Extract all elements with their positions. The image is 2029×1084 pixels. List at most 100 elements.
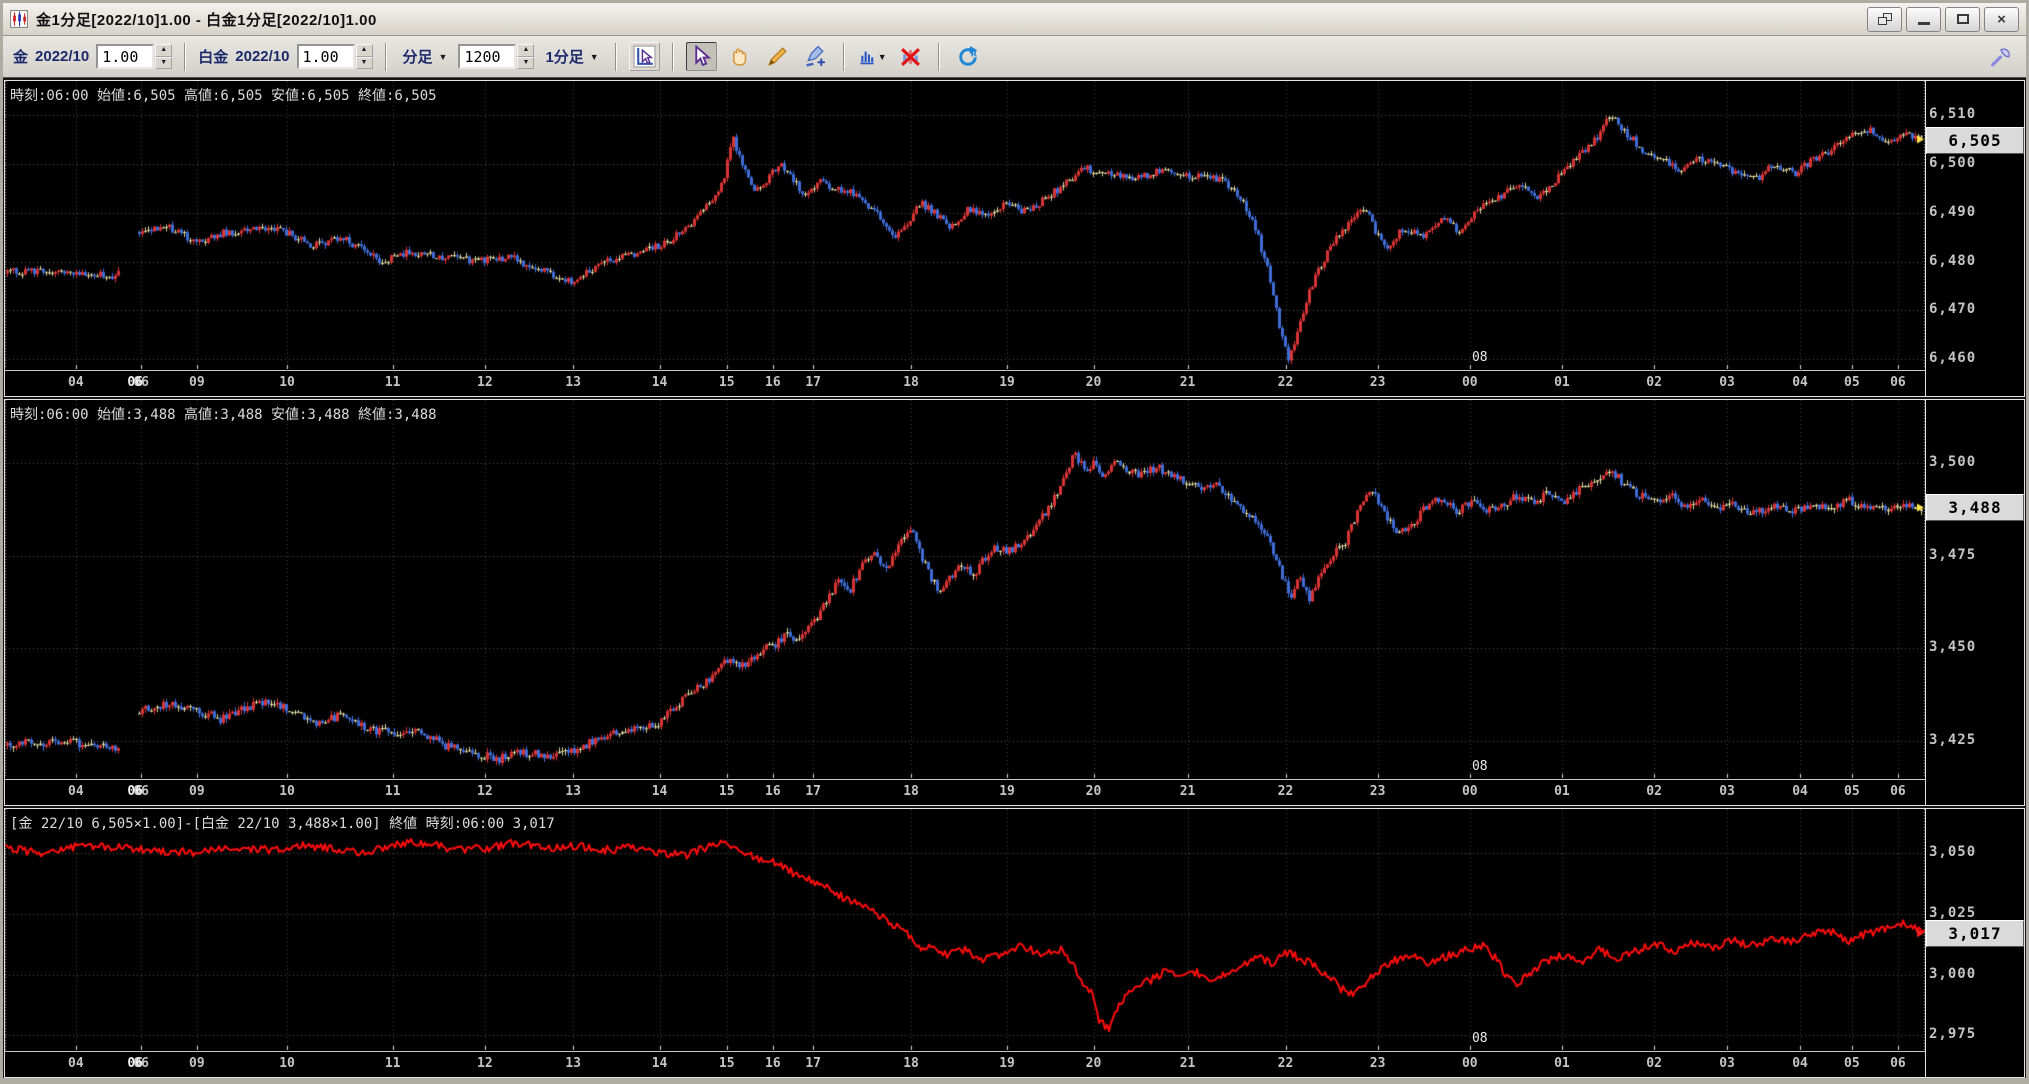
minimize-button[interactable] [1906,6,1941,32]
chart-pointer-tool-button[interactable] [628,42,660,71]
time-tick-label: 05 [1844,784,1860,799]
time-tick-label: 16 [765,375,781,390]
toolbar-separator [614,42,617,71]
bar-count-input[interactable] [458,44,517,69]
toolbar: 金 2022/10 ▲ ▼ 白金 2022/10 ▲ ▼ 分足 ▼ ▲ ▼ 1分… [3,36,2026,78]
spread-price-box: 3,017 [1926,920,2024,948]
bar-count-spinner: ▲ ▼ [458,44,535,69]
title-bar: 金1分足[2022/10]1.00 - 白金1分足[2022/10]1.00 × [3,3,2026,36]
toolbar-separator [384,42,387,71]
time-tick-label: 02 [1646,784,1662,799]
time-tick-label: 10 [279,784,295,799]
spread-time-axis: 04 06 06 09 10 11 12 13 14 15 16 17 18 19 20 21 22 23 00 01… [5,1051,1925,1077]
hand-icon [732,48,746,66]
chart-pointer-icon [633,45,656,68]
price-tick-label: 3,500 [1929,454,1977,470]
refresh-icon: R [958,46,977,66]
time-tick-label: 06 [1890,1056,1906,1071]
platinum-ratio-down-button[interactable]: ▼ [355,56,373,69]
platinum-ratio-spinner: ▲ ▼ [296,44,373,69]
platinum-price-box: 3,488 [1926,494,2024,522]
restore-window-button[interactable] [1867,6,1902,32]
gold-ratio-input[interactable] [96,44,155,69]
time-tick-label: 17 [805,1056,821,1071]
platinum-ratio-input[interactable] [296,44,355,69]
chart-delete-icon [900,48,920,67]
session-start-label: 06 [127,1056,143,1071]
time-tick-label: 19 [999,784,1015,799]
platinum-candle-chart[interactable] [5,400,1925,778]
time-tick-label: 14 [651,375,668,390]
time-tick-label: 21 [1179,1056,1196,1071]
time-tick-label: 06 [1890,784,1906,799]
time-tick-label: 10 [279,1056,295,1071]
time-tick-label: 04 [1792,1056,1808,1071]
reload-tool-button[interactable]: R [952,42,983,71]
gold-candle-chart[interactable] [5,81,1925,369]
bar-type-dropdown[interactable]: 分足 ▼ [399,43,452,70]
maximize-icon [1956,14,1969,24]
time-tick-label: 01 [1554,375,1570,390]
gold-ratio-spinner: ▲ ▼ [96,44,173,69]
time-tick-label: 09 [189,784,205,799]
chevron-down-icon: ▼ [589,51,599,62]
gold-ratio-down-button[interactable]: ▼ [155,56,173,69]
gold-price-axis: 6,505 6,510 6,500 6,490 6,480 6,470 6,460 [1925,81,2024,396]
time-tick-label: 05 [1844,375,1860,390]
price-tick-label: 2,975 [1929,1026,1977,1043]
bar-count-up-button[interactable]: ▲ [517,44,535,57]
app-candlestick-icon [10,10,28,28]
time-tick-label: 02 [1646,375,1662,390]
time-tick-label: 04 [1792,784,1808,799]
close-button[interactable]: × [1984,6,2019,32]
toolbar-separator [937,42,940,71]
platinum-ratio-up-button[interactable]: ▲ [355,44,373,57]
session-start-label: 06 [127,375,143,390]
price-tick-label: 3,450 [1929,639,1977,656]
time-tick-label: 12 [477,1056,493,1071]
chart-style-dropdown-button[interactable]: ▼ [857,42,888,71]
gold-ratio-up-button[interactable]: ▲ [155,44,173,57]
toolbar-separator [671,42,674,71]
settings-button[interactable] [1985,42,2016,71]
time-tick-label: 09 [189,375,205,390]
interval-dropdown[interactable]: 1分足 ▼ [541,43,602,70]
bar-count-down-button[interactable]: ▼ [517,56,535,69]
session-start-label: 06 [127,784,143,799]
time-tick-label: 22 [1277,375,1294,390]
select-tool-button[interactable] [685,42,717,71]
gold-info-line: 時刻:06:00 始値:6,505 高値:6,505 安値:6,505 終値:6… [10,88,437,104]
time-tick-label: 15 [718,1056,735,1071]
pan-tool-button[interactable] [724,42,755,71]
platinum-month-label: 2022/10 [235,48,290,65]
platinum-info-line: 時刻:06:00 始値:3,488 高値:3,488 安値:3,488 終値:3… [10,407,437,423]
price-tick-label: 6,510 [1929,106,1977,123]
time-tick-label: 00 [1461,784,1478,799]
time-tick-label: 14 [651,784,668,799]
time-tick-label: 04 [68,1056,84,1071]
pencil-icon [767,47,787,66]
time-tick-label: 03 [1719,784,1735,799]
time-tick-label: 00 [1461,375,1478,390]
time-tick-label: 10 [279,375,295,390]
time-tick-label: 18 [903,1056,919,1071]
highlight-tool-button[interactable] [800,42,831,71]
time-tick-label: 23 [1369,375,1386,390]
time-tick-label: 09 [189,1056,205,1071]
spread-line-chart[interactable] [5,809,1925,1050]
price-tick-label: 3,025 [1929,904,1977,921]
time-tick-label: 11 [384,1056,401,1071]
draw-tool-button[interactable] [762,42,793,71]
maximize-button[interactable] [1945,6,1980,32]
time-tick-label: 12 [477,784,493,799]
chart-area: 時刻:06:00 始値:6,505 高値:6,505 安値:6,505 終値:6… [3,78,2026,1078]
platinum-plot: 時刻:06:00 始値:3,488 高値:3,488 安値:3,488 終値:3… [5,400,1925,805]
time-tick-label: 13 [565,784,581,799]
time-tick-label: 23 [1369,784,1386,799]
time-tick-label: 03 [1719,1056,1735,1071]
time-tick-label: 20 [1085,1056,1102,1071]
clear-chart-tool-button[interactable] [895,42,926,71]
price-tick-label: 6,500 [1929,154,1977,171]
time-tick-label: 12 [477,375,493,390]
time-tick-label: 17 [805,784,821,799]
